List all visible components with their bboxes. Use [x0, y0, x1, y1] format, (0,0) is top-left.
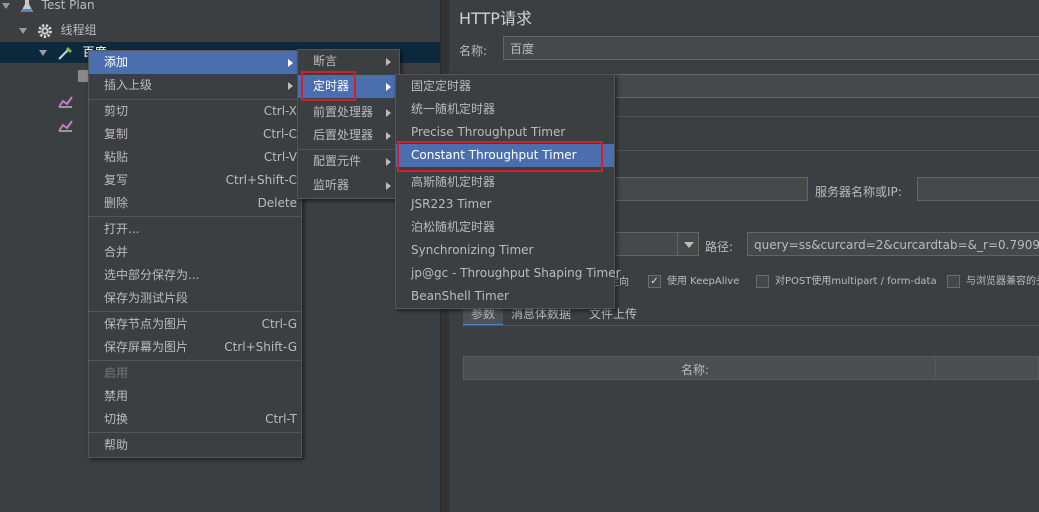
menu-item-beanshell-timer[interactable]: BeanShell Timer: [396, 285, 614, 308]
tab-underline: [463, 325, 1039, 326]
protocol-input[interactable]: [609, 177, 808, 201]
menu-item-postprocessors[interactable]: 后置处理器: [298, 124, 399, 147]
menu-item-enable: 启用: [104, 366, 129, 380]
menu-item-constant-timer[interactable]: 固定定时器: [396, 75, 614, 98]
tree-item-label: 线程组: [60, 23, 97, 37]
keepalive-checkbox[interactable]: ✓ 使用 KeepAlive: [648, 272, 739, 288]
menu-item-config-elements[interactable]: 配置元件: [298, 150, 399, 173]
params-table-header: [463, 356, 1039, 380]
submenu-arrow-icon: [386, 132, 391, 140]
checkbox-icon: [947, 274, 960, 288]
method-select-button[interactable]: [677, 232, 700, 256]
annotation-highlight-box: [397, 141, 603, 172]
menu-item-save-node-image[interactable]: 保存节点为图片 Ctrl-G: [89, 313, 301, 336]
server-input[interactable]: [917, 177, 1039, 201]
submenu-arrow-icon: [386, 182, 391, 190]
menu-separator: [89, 216, 301, 217]
menu-item-disable[interactable]: 禁用: [89, 385, 301, 408]
checkbox-icon: [756, 274, 769, 288]
menu-item-add[interactable]: 添加: [89, 51, 301, 74]
menu-item-synchronizing-timer[interactable]: Synchronizing Timer: [396, 239, 614, 262]
menu-item-delete[interactable]: 删除 Delete: [89, 192, 301, 215]
submenu-arrow-icon: [386, 158, 391, 166]
column-header-name: 名称:: [681, 363, 710, 377]
chevron-down-icon: [684, 242, 694, 248]
column-divider: [935, 357, 936, 379]
chart-icon: [58, 120, 73, 132]
submenu-arrow-icon: [386, 109, 391, 117]
menu-separator: [89, 311, 301, 312]
menu-item-poisson-random-timer[interactable]: 泊松随机定时器: [396, 216, 614, 239]
multipart-label: 对POST使用multipart / form-data: [775, 276, 937, 287]
submenu-arrow-icon: [288, 59, 293, 67]
name-label: 名称:: [459, 44, 488, 58]
server-label: 服务器名称或IP:: [815, 185, 902, 199]
document-icon: [78, 70, 88, 82]
annotation-highlight-box: [301, 71, 356, 101]
menu-item-throughput-shaping-timer[interactable]: jp@gc - Throughput Shaping Timer: [396, 262, 621, 285]
submenu-arrow-icon: [288, 82, 293, 90]
context-menu: 添加 插入上级 剪切 Ctrl-X 复制 Ctrl-C 粘贴 Ctrl-V 复写 Ctr…: [88, 50, 302, 458]
name-input[interactable]: 百度: [503, 36, 1039, 60]
browser-compat-label: 与浏览器兼容的头: [966, 276, 1039, 287]
menu-item-help[interactable]: 帮助: [89, 434, 301, 457]
menu-item-merge[interactable]: 合并: [89, 241, 301, 264]
menu-item-copy[interactable]: 复制 Ctrl-C: [89, 123, 301, 146]
expand-arrow-icon[interactable]: [39, 49, 47, 56]
tree-item-test-plan[interactable]: Test Plan: [2, 0, 95, 16]
menu-item-toggle[interactable]: 切换 Ctrl-T: [89, 408, 301, 431]
menu-item-uniform-random-timer[interactable]: 统一随机定时器: [396, 98, 614, 121]
browser-compat-checkbox[interactable]: 与浏览器兼容的头: [947, 272, 1039, 288]
multipart-checkbox[interactable]: 对POST使用multipart / form-data: [756, 272, 937, 288]
flask-icon: [20, 0, 33, 12]
path-input[interactable]: query=ss&curcard=2&curcardtab=&_r=0.7909…: [747, 232, 1039, 256]
panel-title: HTTP请求: [459, 9, 532, 28]
menu-item-listeners[interactable]: 监听器: [298, 174, 399, 197]
menu-separator: [89, 432, 301, 433]
expand-arrow-icon[interactable]: [19, 27, 27, 34]
path-label: 路径:: [705, 240, 734, 254]
menu-item-save-selection[interactable]: 选中部分保存为...: [89, 264, 301, 287]
tree-item-thread-group[interactable]: 线程组: [19, 20, 97, 41]
tree-item-label: Test Plan: [41, 0, 95, 12]
menu-separator: [89, 360, 301, 361]
submenu-arrow-icon: [386, 58, 391, 66]
menu-item-open[interactable]: 打开...: [89, 218, 301, 241]
chart-icon: [58, 96, 73, 108]
timer-submenu: 固定定时器 统一随机定时器 Precise Throughput Timer C…: [395, 74, 621, 309]
menu-item-assertions[interactable]: 断言: [298, 50, 399, 73]
keepalive-label: 使用 KeepAlive: [667, 276, 740, 287]
menu-item-save-fragment[interactable]: 保存为测试片段: [89, 287, 301, 310]
menu-item-insert-parent[interactable]: 插入上级: [89, 74, 301, 97]
menu-item-gaussian-random-timer[interactable]: 高斯随机定时器: [396, 171, 614, 194]
menu-item-paste[interactable]: 粘贴 Ctrl-V: [89, 146, 301, 169]
menu-item-duplicate[interactable]: 复写 Ctrl+Shift-C: [89, 169, 301, 192]
checkmark-icon: ✓: [648, 274, 661, 288]
menu-item-jsr223-timer[interactable]: JSR223 Timer: [396, 193, 614, 216]
pipette-icon: [58, 46, 72, 60]
menu-item-cut[interactable]: 剪切 Ctrl-X: [89, 100, 301, 123]
menu-item-preprocessors[interactable]: 前置处理器: [298, 101, 399, 124]
menu-item-save-screen-image[interactable]: 保存屏幕为图片 Ctrl+Shift-G: [89, 336, 301, 359]
submenu-arrow-icon: [386, 83, 391, 91]
expand-arrow-icon[interactable]: [2, 2, 10, 9]
gear-icon: [37, 23, 52, 38]
